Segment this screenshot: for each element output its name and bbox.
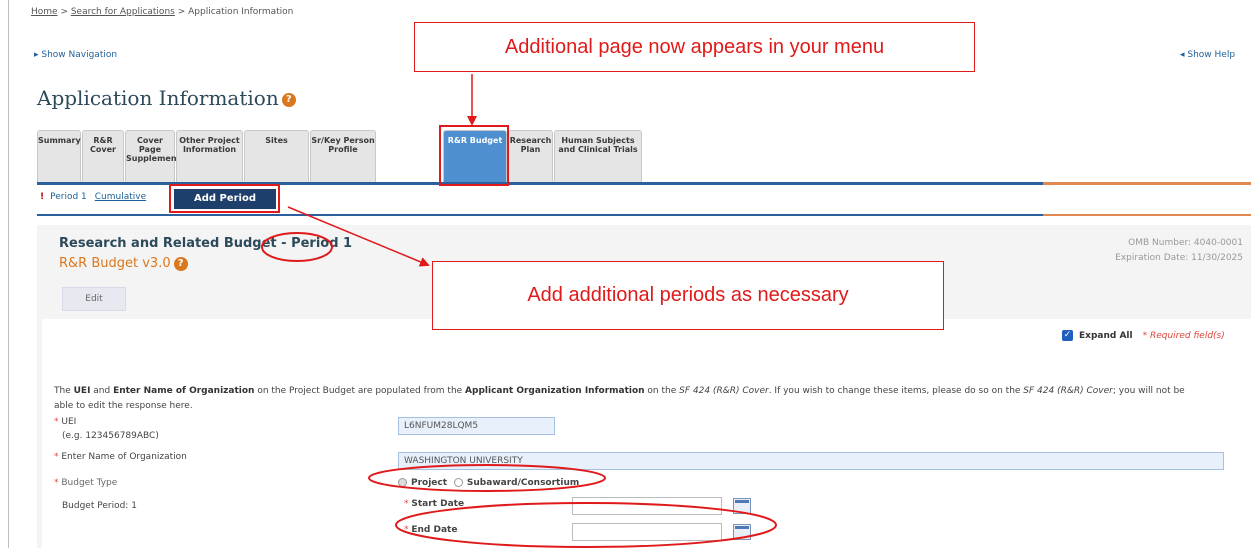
rr-budget-tab-highlight	[439, 125, 509, 186]
budget-type-highlight	[368, 464, 606, 492]
periods-arrow	[287, 206, 430, 267]
add-period-highlight	[169, 184, 280, 213]
annotation-overlay	[169, 74, 777, 548]
period-1-highlight	[261, 232, 333, 262]
dates-highlight	[395, 502, 777, 548]
